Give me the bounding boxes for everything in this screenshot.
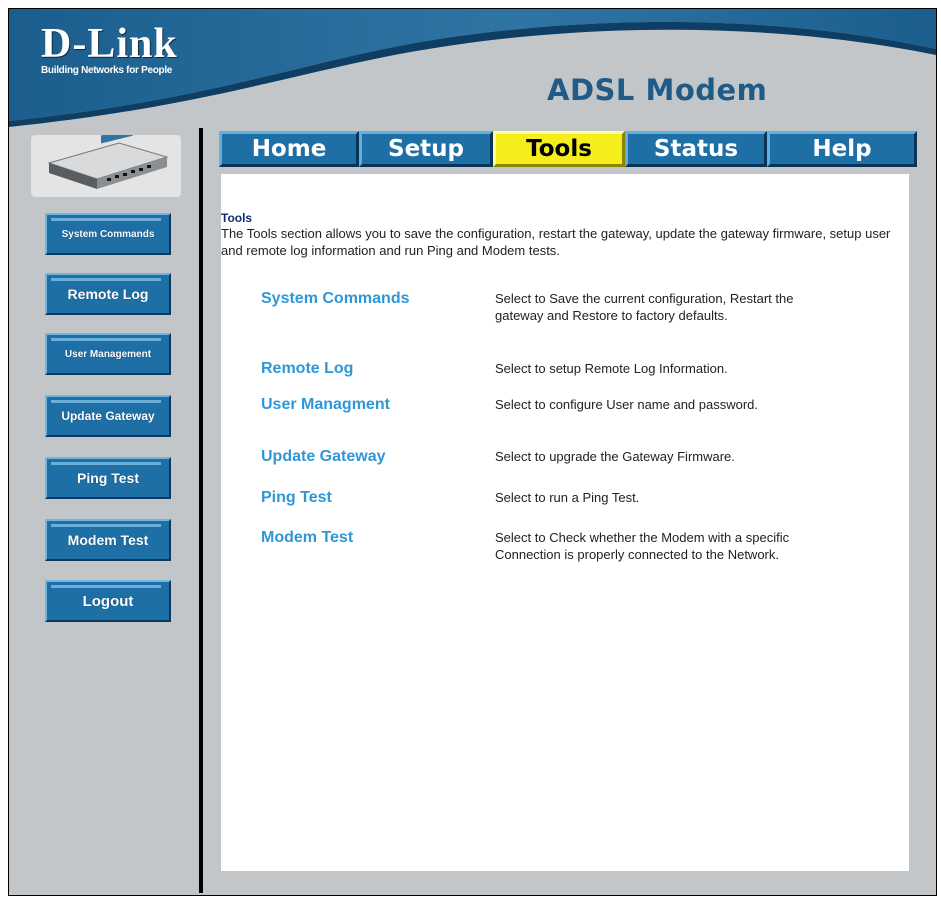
- page-frame: D-Link Building Networks for People ADSL…: [8, 8, 937, 896]
- sidebar-button-logout[interactable]: Logout: [45, 580, 171, 622]
- sidebar-button-user-management[interactable]: User Management: [45, 333, 171, 375]
- link-user-management[interactable]: User Managment: [261, 396, 390, 414]
- desc-remote-log: Select to setup Remote Log Information.: [495, 361, 728, 376]
- sidebar-button-system-commands[interactable]: System Commands: [45, 213, 171, 255]
- header-banner: D-Link Building Networks for People ADSL…: [9, 9, 936, 139]
- link-modem-test[interactable]: Modem Test: [261, 529, 353, 547]
- sidebar: System Commands Remote Log User Manageme…: [9, 127, 199, 895]
- desc-modem-test: Select to Check whether the Modem with a…: [495, 530, 790, 562]
- link-remote-log[interactable]: Remote Log: [261, 360, 353, 378]
- sidebar-button-update-gateway[interactable]: Update Gateway: [45, 395, 171, 437]
- link-ping-test[interactable]: Ping Test: [261, 489, 332, 507]
- dlink-tagline: Building Networks for People: [41, 65, 173, 76]
- top-tabs: Home Setup Tools Status Help: [219, 131, 919, 169]
- dlink-logo: D-Link: [41, 21, 178, 67]
- sidebar-button-modem-test[interactable]: Modem Test: [45, 519, 171, 561]
- sidebar-button-remote-log[interactable]: Remote Log: [45, 273, 171, 315]
- product-title: ADSL Modem: [547, 73, 768, 107]
- desc-update-gateway: Select to upgrade the Gateway Firmware.: [495, 449, 735, 464]
- desc-user-management: Select to configure User name and passwo…: [495, 397, 759, 412]
- section-description: The Tools section allows you to save the…: [221, 226, 891, 258]
- tab-status[interactable]: Status: [625, 131, 767, 167]
- sidebar-button-ping-test[interactable]: Ping Test: [45, 457, 171, 499]
- tab-tools[interactable]: Tools: [493, 131, 625, 167]
- vertical-divider: [199, 128, 203, 893]
- link-update-gateway[interactable]: Update Gateway: [261, 448, 385, 466]
- main-content: Tools The Tools section allows you to sa…: [221, 174, 909, 871]
- desc-system-commands: Select to Save the current configuration…: [495, 291, 794, 323]
- tab-setup[interactable]: Setup: [359, 131, 493, 167]
- tab-help[interactable]: Help: [767, 131, 917, 167]
- link-system-commands[interactable]: System Commands: [261, 290, 410, 308]
- router-device-icon: [31, 135, 181, 197]
- desc-ping-test: Select to run a Ping Test.: [495, 490, 640, 505]
- tab-home[interactable]: Home: [219, 131, 359, 167]
- section-title: Tools: [221, 211, 253, 225]
